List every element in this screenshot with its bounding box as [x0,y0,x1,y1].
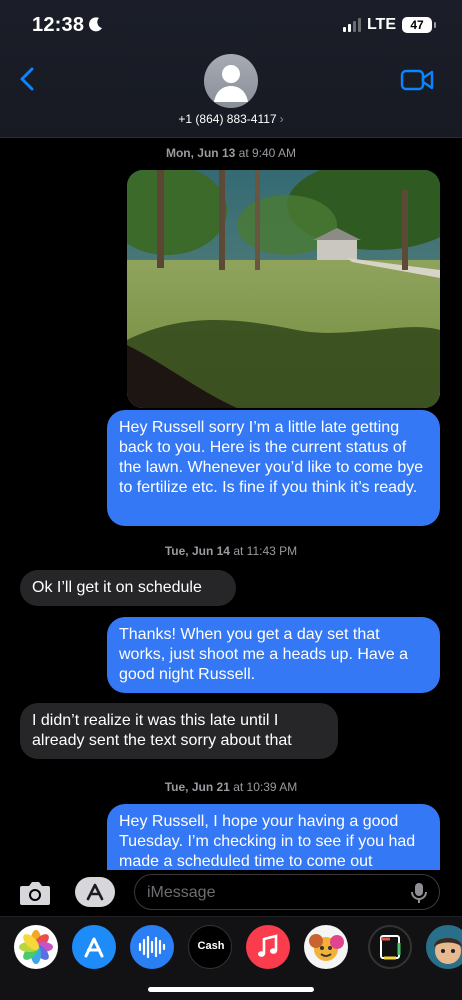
timestamp-day: Tue, Jun 14 [164,544,230,558]
camera-icon[interactable] [18,878,52,908]
app-drawer: Cash [0,916,462,1000]
timestamp-time: at 11:43 PM [233,544,298,558]
timestamp-time: at 10:39 AM [233,780,298,794]
outgoing-message[interactable]: Hey Russell sorry I’m a little late gett… [107,410,440,526]
timestamp-time: at 9:40 AM [238,146,297,160]
person-icon [214,65,248,102]
cash-icon[interactable]: Cash [188,925,232,969]
message-input[interactable]: iMessage [134,874,440,910]
status-indicators: LTE 47 [342,16,436,34]
message-composer: iMessage [0,870,462,916]
timestamp-header: Mon, Jun 13 at 9:40 AM [0,146,462,160]
focus-moon-icon [89,17,102,32]
microphone-icon[interactable] [411,882,427,904]
app-store-icon[interactable] [72,925,116,969]
contact-avatar[interactable] [204,54,258,108]
digital-touch-icon[interactable] [368,925,412,969]
incoming-message[interactable]: I didn’t realize it was this late until … [20,703,338,759]
conversation-header: 12:38 LTE 47 +1 (864) 883-4117 › [0,0,462,138]
contact-name[interactable]: +1 (864) 883-4117 › [0,112,462,126]
signal-icon [342,18,361,32]
home-indicator[interactable] [148,987,314,992]
contact-number[interactable]: +1 (864) 883-4117 [178,112,276,126]
lawn-photo-attachment[interactable] [127,170,440,408]
timestamp-header: Tue, Jun 21 at 10:39 AM [0,780,462,794]
audio-message-icon[interactable] [130,925,174,969]
music-icon[interactable] [246,925,290,969]
battery-icon: 47 [402,17,436,33]
timestamp-day: Mon, Jun 13 [165,146,236,160]
avatar-sticker-icon[interactable] [426,925,462,969]
memoji-icon[interactable] [304,925,348,969]
timestamp-day: Tue, Jun 21 [164,780,230,794]
message-thread[interactable]: Mon, Jun 13 at 9:40 AM Hey Russell sorry… [0,138,462,870]
photos-icon[interactable] [14,925,58,969]
network-type: LTE [366,16,396,33]
timestamp-header: Tue, Jun 14 at 11:43 PM [0,544,462,558]
status-time: 12:38 [32,14,85,36]
message-placeholder: iMessage [147,884,216,901]
cash-label: Cash [197,940,225,952]
incoming-message[interactable]: Ok I’ll get it on schedule [20,570,236,606]
back-icon[interactable] [14,64,42,94]
facetime-video-icon[interactable] [400,68,434,92]
lawn-photo [127,170,440,408]
app-store-icon[interactable] [74,876,116,908]
chevron-right-icon: › [279,112,284,126]
outgoing-message[interactable]: Thanks! When you get a day set that work… [107,617,440,693]
outgoing-message[interactable]: Hey Russell, I hope your having a good T… [107,804,440,870]
